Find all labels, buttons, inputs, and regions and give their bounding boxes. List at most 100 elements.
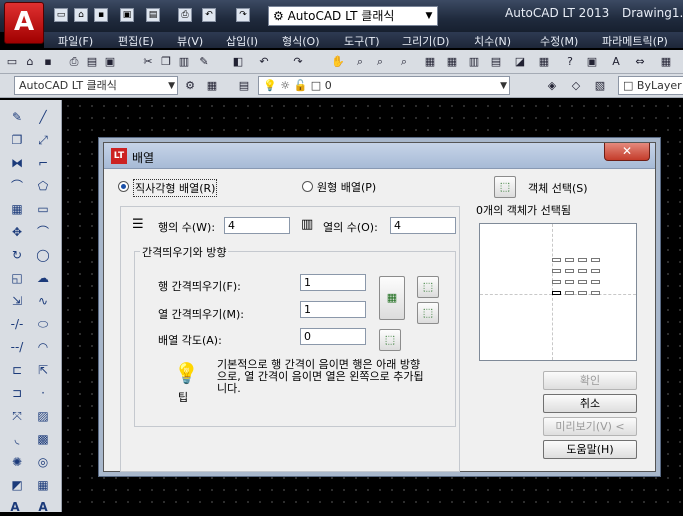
close-button[interactable]: ✕ [604, 143, 650, 161]
ellipse-icon[interactable]: ⬭ [34, 315, 52, 333]
app-menu-button[interactable]: A [4, 2, 44, 44]
zoom-realtime-icon[interactable]: ⌕ [352, 54, 368, 70]
polar-array-label[interactable]: 원형 배열(P) [317, 179, 376, 195]
undo-icon[interactable]: ↶ [256, 54, 272, 70]
trim-icon[interactable]: -/- [8, 315, 26, 333]
array-icon[interactable]: ▦ [8, 200, 26, 218]
workspace-settings-icon[interactable]: ⚙ [182, 78, 198, 94]
sheet-set-icon[interactable]: ▤ [488, 54, 504, 70]
preview-button[interactable]: 미리보기(V) < [543, 417, 637, 436]
menu-draw[interactable]: 그리기(D) [402, 33, 449, 49]
mirror-icon[interactable]: ⧓ [8, 154, 26, 172]
open-icon[interactable]: ⌂ [22, 54, 38, 70]
pick-row-offset-button[interactable]: ⬚ [417, 276, 439, 298]
menu-format[interactable]: 형식(O) [282, 33, 319, 49]
my-workspace-icon[interactable]: ▦ [204, 78, 220, 94]
menu-edit[interactable]: 편집(E) [118, 33, 154, 49]
region-icon[interactable]: ◎ [34, 453, 52, 471]
menu-view[interactable]: 뷰(V) [177, 33, 203, 49]
copy-icon[interactable]: ❐ [158, 54, 174, 70]
polyline-icon[interactable]: ⌐ [34, 154, 52, 172]
layer-previous-icon[interactable]: ◇ [568, 78, 584, 94]
stretch-icon[interactable]: ⇲ [8, 292, 26, 310]
rectangle-icon[interactable]: ▭ [34, 200, 52, 218]
dim-style-icon[interactable]: ⇔ [632, 54, 648, 70]
rows-input[interactable]: 4 [224, 217, 290, 234]
circle-icon[interactable]: ◯ [34, 246, 52, 264]
tool-palettes-icon[interactable]: ▥ [466, 54, 482, 70]
calculator-icon[interactable]: ▦ [536, 54, 552, 70]
pick-both-offsets-button[interactable]: ▦ [379, 276, 405, 320]
gradient-icon[interactable]: ▩ [34, 430, 52, 448]
insert-block-icon[interactable]: ⇱ [34, 361, 52, 379]
menu-tools[interactable]: 도구(T) [344, 33, 380, 49]
break-icon[interactable]: ⊏ [8, 361, 26, 379]
ellipse-arc-icon[interactable]: ◠ [34, 338, 52, 356]
redo-icon[interactable]: ↷ [290, 54, 306, 70]
rect-array-radio[interactable] [118, 181, 129, 192]
workspace-combo[interactable]: ⚙ AutoCAD LT 클래식 ▼ [268, 6, 438, 26]
cut-icon[interactable]: ✂ [140, 54, 156, 70]
text-icon[interactable]: A [6, 498, 24, 516]
extend-icon[interactable]: --/ [8, 338, 26, 356]
markup-icon[interactable]: ◪ [512, 54, 528, 70]
move-icon[interactable]: ✥ [8, 223, 26, 241]
match-properties-icon[interactable]: ✎ [196, 54, 212, 70]
cancel-button[interactable]: 취소 [543, 394, 637, 413]
select-objects-button[interactable]: ⬚ [494, 176, 516, 198]
plot-preview-icon[interactable]: ▤ [84, 54, 100, 70]
pick-column-offset-button[interactable]: ⬚ [417, 302, 439, 324]
column-offset-input[interactable]: 1 [300, 301, 366, 318]
paste-icon[interactable]: ▥ [176, 54, 192, 70]
polygon-icon[interactable]: ⬠ [34, 177, 52, 195]
pan-icon[interactable]: ✋ [330, 54, 346, 70]
table-icon[interactable]: ▦ [34, 476, 52, 494]
arc-icon[interactable]: ⌒ [34, 223, 52, 241]
pick-angle-button[interactable]: ⬚ [379, 329, 401, 351]
menu-file[interactable]: 파일(F) [58, 33, 93, 49]
new-icon[interactable]: ▭ [4, 54, 20, 70]
erase-icon[interactable]: ✎ [8, 108, 26, 126]
fillet-icon[interactable]: ◟ [8, 430, 26, 448]
layer-properties-icon[interactable]: ▤ [236, 78, 252, 94]
polar-array-radio[interactable] [302, 181, 313, 192]
new-icon[interactable]: ▭ [54, 8, 68, 22]
plot-preview-icon[interactable]: ▤ [146, 8, 160, 22]
scale-icon[interactable]: ◱ [8, 269, 26, 287]
annotation-scale-icon[interactable]: ▣ [584, 54, 600, 70]
modify-icon[interactable]: ◩ [8, 476, 26, 494]
ok-button[interactable]: 확인 [543, 371, 637, 390]
make-current-layer-icon[interactable]: ◈ [544, 78, 560, 94]
join-icon[interactable]: ⊐ [8, 384, 26, 402]
undo-icon[interactable]: ↶ [202, 8, 216, 22]
construction-line-icon[interactable]: ⤢ [34, 131, 52, 149]
point-icon[interactable]: · [34, 384, 52, 402]
zoom-previous-icon[interactable]: ⌕ [396, 54, 412, 70]
offset-icon[interactable]: ⌒ [8, 177, 26, 195]
workspace-toolbar-combo[interactable]: AutoCAD LT 클래식 ▼ [14, 76, 178, 95]
explode-icon[interactable]: ✺ [8, 453, 26, 471]
menu-parametric[interactable]: 파라메트릭(P) [602, 33, 668, 49]
angle-input[interactable]: 0 [300, 328, 366, 345]
open-icon[interactable]: ⌂ [74, 8, 88, 22]
publish-icon[interactable]: ▣ [102, 54, 118, 70]
columns-input[interactable]: 4 [390, 217, 456, 234]
save-icon[interactable]: ▪ [94, 8, 108, 22]
design-center-icon[interactable]: ▦ [444, 54, 460, 70]
multiline-text-icon[interactable]: A [34, 498, 52, 516]
layer-combo[interactable]: 💡 ☼ 🔓 □ 0 ▼ [258, 76, 510, 95]
menu-dimension[interactable]: 치수(N) [474, 33, 511, 49]
plot-icon[interactable]: ⎙ [66, 54, 82, 70]
hatch-icon[interactable]: ▨ [34, 407, 52, 425]
dialog-title-bar[interactable]: LT 배열 ✕ [104, 143, 655, 169]
rotate-icon[interactable]: ↻ [8, 246, 26, 264]
help-icon[interactable]: ? [562, 54, 578, 70]
copy-object-icon[interactable]: ❐ [8, 131, 26, 149]
line-icon[interactable]: ╱ [34, 108, 52, 126]
save-icon[interactable]: ▪ [40, 54, 56, 70]
chamfer-icon[interactable]: ⤧ [8, 407, 26, 425]
revision-cloud-icon[interactable]: ☁ [34, 269, 52, 287]
menu-insert[interactable]: 삽입(I) [226, 33, 258, 49]
layer-states-icon[interactable]: ▧ [592, 78, 608, 94]
menu-modify[interactable]: 수정(M) [540, 33, 578, 49]
